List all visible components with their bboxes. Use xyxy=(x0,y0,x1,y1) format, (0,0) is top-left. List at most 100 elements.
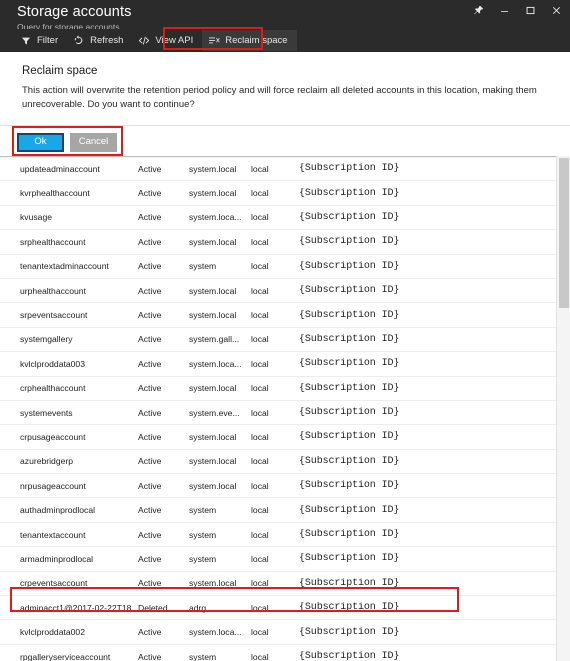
cell-status: Active xyxy=(138,480,162,491)
table-row[interactable]: kvlclproddata003 Active system.loca... loca… xyxy=(0,352,556,377)
cell-source: system xyxy=(189,261,217,272)
window-controls xyxy=(472,4,563,17)
reclaim-icon xyxy=(207,34,220,47)
table-row[interactable]: crphealthaccount Active system.local local {… xyxy=(0,376,556,401)
cell-source: system.local xyxy=(189,236,237,247)
cell-status: Active xyxy=(138,188,162,199)
pin-icon[interactable] xyxy=(472,4,485,17)
filter-button[interactable]: Filter xyxy=(14,30,67,51)
table-row[interactable]: updateadminaccount Active system.local loca… xyxy=(0,157,556,182)
cell-name: srphealthaccount xyxy=(20,236,86,247)
cell-location: local xyxy=(251,212,269,223)
cell-location: local xyxy=(251,188,269,199)
cell-source: adrg xyxy=(189,602,207,613)
cell-status: Active xyxy=(138,407,162,418)
cell-subscription: {Subscription ID} xyxy=(299,187,400,199)
cell-location: local xyxy=(251,358,269,369)
table-row[interactable]: kvusage Active system.loca... local {Subscri… xyxy=(0,205,556,231)
cell-status: Active xyxy=(138,334,162,345)
scrollbar-thumb[interactable] xyxy=(559,158,569,308)
cell-location: local xyxy=(251,407,269,418)
cell-location: local xyxy=(251,529,269,540)
cell-status: Active xyxy=(138,627,162,638)
cell-source: system.local xyxy=(189,310,237,321)
cell-location: local xyxy=(251,627,269,638)
cell-subscription: {Subscription ID} xyxy=(299,358,400,370)
cell-location: local xyxy=(251,505,269,516)
reclaim-space-dialog: Reclaim space This action will overwrite… xyxy=(0,52,570,158)
cell-source: system.local xyxy=(189,383,237,394)
reclaim-space-label: Reclaim space xyxy=(225,35,288,46)
cell-location: local xyxy=(251,383,269,394)
view-api-label: View API xyxy=(155,35,194,46)
cell-subscription: {Subscription ID} xyxy=(299,577,400,589)
cell-name: rpgalleryserviceaccount xyxy=(20,651,111,661)
refresh-label: Refresh xyxy=(90,35,124,46)
cell-name: urphealthaccount xyxy=(20,285,86,296)
cell-source: system.local xyxy=(189,285,237,296)
cell-status: Active xyxy=(138,285,162,296)
cell-source: system.local xyxy=(189,431,237,442)
cell-name: azurebridgerp xyxy=(20,456,74,467)
close-icon[interactable] xyxy=(550,4,563,17)
cell-subscription: {Subscription ID} xyxy=(299,529,400,541)
cell-subscription: {Subscription ID} xyxy=(299,455,400,467)
cell-status: Active xyxy=(138,431,162,442)
cell-name: updateadminaccount xyxy=(20,163,100,174)
cell-source: system.local xyxy=(189,188,237,199)
cell-status: Active xyxy=(138,651,162,661)
command-bar: Filter Refresh View API Reclaim space xyxy=(0,29,570,52)
cell-subscription: {Subscription ID} xyxy=(299,236,400,248)
cell-name: kvlclproddata003 xyxy=(20,358,85,369)
dialog-message: This action will overwrite the retention… xyxy=(22,85,537,110)
table-row[interactable]: srpeventsaccount Active system.local local {… xyxy=(0,303,556,328)
cell-location: local xyxy=(251,602,269,613)
table-row[interactable]: armadminprodlocal Active system local {Subsc… xyxy=(0,547,556,572)
cell-subscription: {Subscription ID} xyxy=(299,553,400,565)
table-row[interactable]: srphealthaccount Active system.local local {… xyxy=(0,230,556,255)
cell-name: tenantextadminaccount xyxy=(20,261,109,272)
cell-name: kvusage xyxy=(20,212,53,223)
cell-source: system xyxy=(189,505,217,516)
refresh-button[interactable]: Refresh xyxy=(67,30,132,51)
table-row[interactable]: kvlclproddata002 Active system.loca... loca… xyxy=(0,620,556,645)
table-row[interactable]: nrpusageaccount Active system.local local {S… xyxy=(0,474,556,499)
cell-subscription: {Subscription ID} xyxy=(299,602,400,614)
maximize-icon[interactable] xyxy=(524,4,537,17)
table-row[interactable]: tenantextaccount Active system local {Subscr… xyxy=(0,522,556,548)
cell-status: Active xyxy=(138,383,162,394)
cell-subscription: {Subscription ID} xyxy=(299,382,400,394)
table-row[interactable]: tenantextadminaccount Active system local {S… xyxy=(0,254,556,279)
table-row[interactable]: adminacct1@2017-02-22T18... Deleted adrg lo… xyxy=(0,596,556,621)
cell-location: local xyxy=(251,334,269,345)
dialog-actions: Ok Cancel xyxy=(0,126,570,158)
vertical-scrollbar[interactable] xyxy=(556,156,570,661)
reclaim-space-button[interactable]: Reclaim space xyxy=(202,30,297,51)
table-row[interactable]: kvrphealthaccount Active system.local local… xyxy=(0,181,556,206)
refresh-icon xyxy=(72,34,85,47)
table-row[interactable]: urphealthaccount Active system.local local {… xyxy=(0,278,556,304)
cell-status: Active xyxy=(138,456,162,467)
view-api-button[interactable]: View API xyxy=(132,30,202,51)
minimize-icon[interactable] xyxy=(498,4,511,17)
storage-accounts-table[interactable]: updateadminaccount Active system.local loca… xyxy=(0,156,570,661)
table-row[interactable]: crpeventsaccount Active system.local local {… xyxy=(0,571,556,597)
cell-status: Active xyxy=(138,505,162,516)
table-row[interactable]: azurebridgerp Active system.local local {Sub… xyxy=(0,449,556,475)
cell-name: tenantextaccount xyxy=(20,529,86,540)
table-body: updateadminaccount Active system.local loca… xyxy=(0,157,556,661)
cell-name: kvrphealthaccount xyxy=(20,188,90,199)
cancel-button[interactable]: Cancel xyxy=(70,132,117,152)
cell-name: nrpusageaccount xyxy=(20,480,86,491)
cell-subscription: {Subscription ID} xyxy=(299,163,400,175)
cell-location: local xyxy=(251,261,269,272)
table-row[interactable]: rpgalleryserviceaccount Active system local… xyxy=(0,644,556,661)
table-row[interactable]: crpusageaccount Active system.local local {S… xyxy=(0,425,556,450)
cell-location: local xyxy=(251,456,269,467)
table-row[interactable]: systemevents Active system.eve... local {Sub… xyxy=(0,400,556,426)
table-row[interactable]: authadminprodlocal Active system local {Subs… xyxy=(0,498,556,523)
cell-name: crphealthaccount xyxy=(20,383,86,394)
table-row[interactable]: systemgallery Active system.gall... local {S… xyxy=(0,327,556,353)
ok-button[interactable]: Ok xyxy=(17,132,64,152)
cell-status: Active xyxy=(138,358,162,369)
